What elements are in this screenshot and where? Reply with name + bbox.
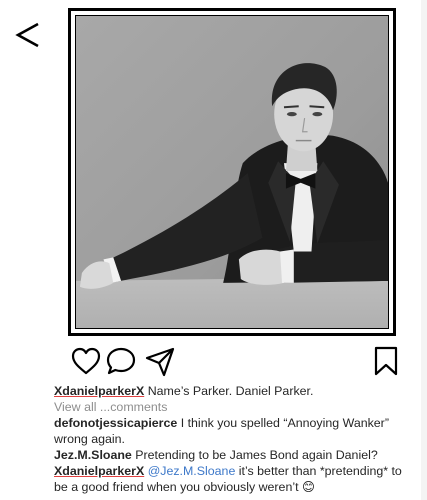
right-edge (421, 0, 427, 500)
comment-mention[interactable]: @Jez.M.Sloane (148, 464, 236, 478)
caption: XdanielparkerX Name’s Parker. Daniel Par… (54, 383, 414, 399)
back-chevron-icon[interactable] (14, 20, 44, 50)
portrait-image (76, 16, 388, 328)
caption-text: Name’s Parker. Daniel Parker. (147, 384, 314, 398)
comment-bubble-icon[interactable] (105, 345, 137, 377)
view-all-comments-link[interactable]: View all ...comments (54, 399, 414, 415)
post-photo[interactable] (75, 15, 389, 329)
comment-username[interactable]: defonotjessicapierce (54, 416, 177, 430)
bookmark-icon[interactable] (370, 345, 402, 377)
post-image-frame (68, 8, 396, 336)
comment-username[interactable]: XdanielparkerX (54, 464, 144, 478)
caption-username[interactable]: XdanielparkerX (54, 384, 144, 398)
comment-username[interactable]: Jez.M.Sloane (54, 448, 132, 462)
comment-item: defonotjessicapierce I think you spelled… (54, 415, 414, 447)
send-icon[interactable] (144, 345, 176, 377)
comment-item: Jez.M.Sloane Pretending to be James Bond… (54, 447, 414, 463)
comment-item: XdanielparkerX @Jez.M.Sloane it’s better… (54, 463, 414, 495)
heart-icon[interactable] (70, 345, 102, 377)
smile-emoji-icon: 😊 (301, 480, 315, 494)
comment-text: Pretending to be James Bond again Daniel… (135, 448, 378, 462)
